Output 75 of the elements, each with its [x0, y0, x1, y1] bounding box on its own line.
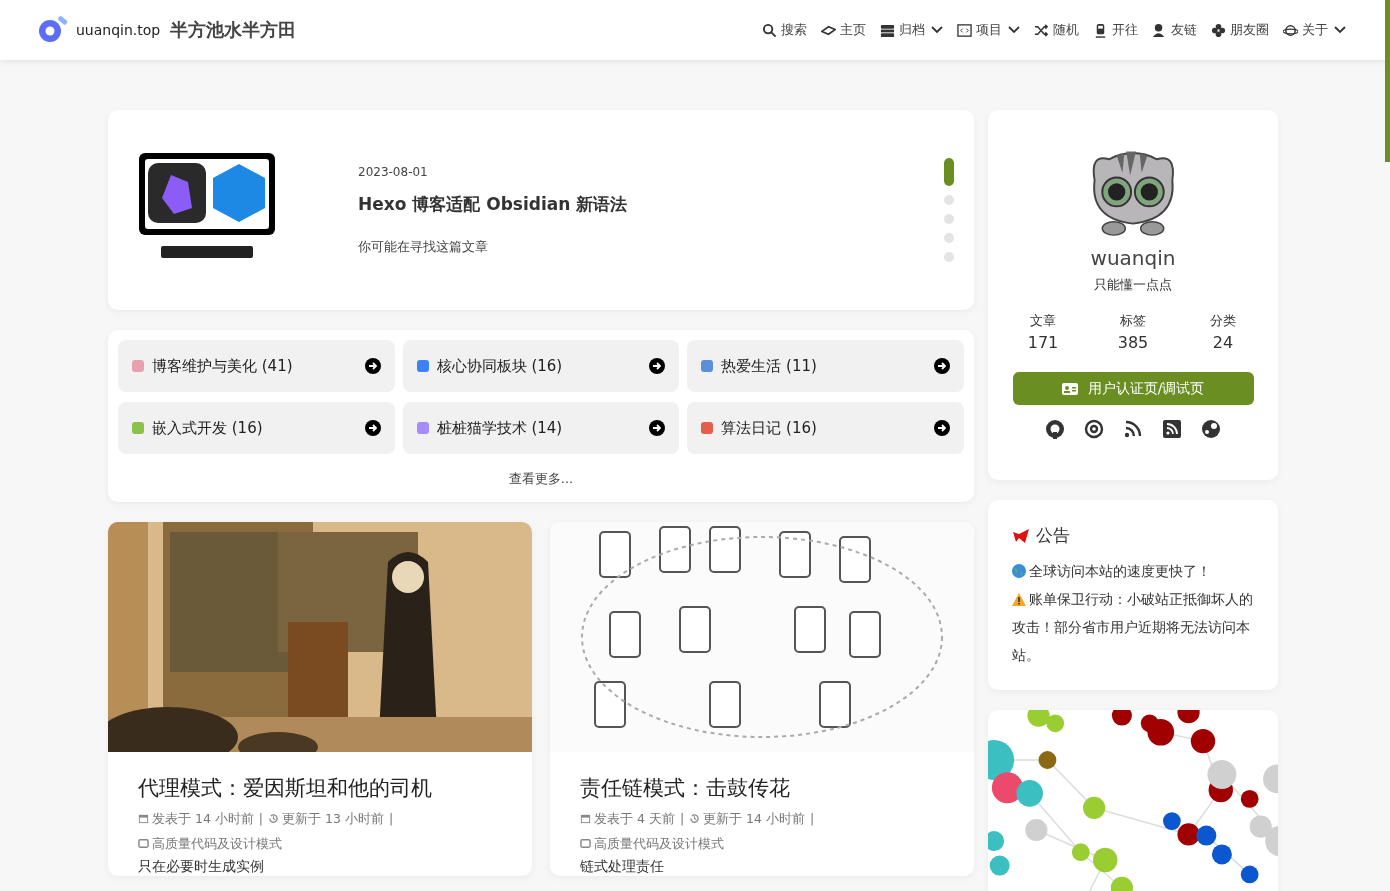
post-excerpt: 链式处理责任 — [580, 858, 665, 876]
inbox-icon — [138, 838, 149, 849]
meta-separator: | — [258, 811, 264, 826]
arrow-right-icon — [934, 420, 950, 436]
nav-link[interactable]: 开往 — [1093, 21, 1138, 39]
category-link[interactable]: 嵌入式开发 (16) — [118, 402, 395, 454]
archive-icon — [880, 22, 895, 38]
announcement-text: 账单保卫行动：小破站正抵御坏人的攻击！部分省市用户近期将无法访问本站。 — [1012, 590, 1254, 665]
meta-separator: | — [810, 811, 815, 826]
category-link[interactable]: 热爱生活 (11) — [687, 340, 964, 392]
carousel-dot[interactable] — [944, 233, 954, 243]
author-bio: 只能懂一点点 — [1094, 276, 1172, 294]
category-link[interactable]: 桩桩猫学技术 (14) — [402, 402, 680, 454]
nav-link[interactable]: 搜索 — [762, 21, 807, 39]
arrow-right-icon — [364, 420, 381, 436]
announcement-title: 公告 — [1036, 524, 1070, 547]
history-icon — [268, 813, 280, 824]
nav-link[interactable]: 随机 — [1034, 21, 1079, 39]
site-domain[interactable]: uuanqin.top — [76, 22, 161, 38]
id-card-icon — [1061, 382, 1078, 395]
nav-link[interactable]: 关于 — [1283, 21, 1346, 39]
post-title[interactable]: 代理模式：爱因斯坦和他的司机 — [138, 774, 502, 802]
arrow-right-icon — [364, 358, 381, 374]
post-category[interactable]: 高质量代码及设计模式 — [594, 836, 724, 851]
arrow-right-icon — [649, 420, 666, 436]
nav-link[interactable]: 主页 — [821, 21, 866, 39]
nav-link[interactable]: 归档 — [880, 21, 943, 39]
planet-icon — [1283, 22, 1298, 38]
scrollbar-thumb[interactable] — [1385, 0, 1390, 162]
post-excerpt: 只在必要时生成实例 — [138, 858, 265, 876]
category-link[interactable]: 算法日记 (16) — [687, 402, 964, 454]
carousel-dot[interactable] — [944, 252, 954, 262]
user-icon — [1152, 22, 1167, 38]
carousel-dot[interactable] — [944, 195, 954, 205]
warning-icon — [1012, 593, 1026, 606]
post-category[interactable]: 高质量代码及设计模式 — [152, 836, 282, 851]
carousel-dot[interactable] — [944, 214, 954, 224]
arrow-right-icon — [649, 358, 666, 374]
stat-link[interactable]: 分类 24 — [1193, 312, 1253, 352]
code-icon — [957, 22, 972, 38]
rss-square-icon[interactable] — [1162, 419, 1182, 439]
post-date: 2023-08-01 — [358, 164, 429, 179]
category-link[interactable]: 博客维护与美化 (41) — [118, 340, 395, 392]
history-icon — [689, 813, 701, 824]
post-title[interactable]: 责任链模式：击鼓传花 — [580, 774, 944, 802]
site-title[interactable]: 半方池水半方田 — [170, 18, 297, 42]
rss-icon[interactable] — [1123, 419, 1143, 439]
stat-link[interactable]: 文章 171 — [1013, 312, 1073, 352]
train-icon — [1093, 22, 1108, 38]
calendar-icon — [580, 813, 591, 824]
announcement-text: 全球访问本站的速度更快了！ — [1012, 557, 1254, 585]
shuffle-icon — [1034, 22, 1049, 38]
more-link[interactable]: 查看更多... — [118, 470, 964, 488]
nav-link[interactable]: 友链 — [1152, 21, 1197, 39]
flower-icon — [1211, 22, 1226, 38]
post-subtitle: 你可能在寻找这篇文章 — [358, 237, 489, 256]
nav-link[interactable]: 项目 — [957, 21, 1020, 39]
inbox-icon — [580, 838, 591, 849]
category-link[interactable]: 核心协同板块 (16) — [402, 340, 680, 392]
post-title[interactable]: Hexo 博客适配 Obsidian 新语法 — [358, 192, 944, 216]
search-icon — [762, 22, 777, 38]
calendar-icon — [138, 813, 149, 824]
meta-separator: | — [388, 811, 394, 826]
meta-separator: | — [679, 811, 685, 826]
author-name: wuanqin — [1090, 246, 1176, 270]
post-updated: 更新于 13 小时前 — [282, 811, 384, 826]
nav-link[interactable]: 朋友圈 — [1211, 21, 1269, 39]
globe-icon — [1012, 564, 1026, 578]
post-date: 发表于 14 小时前 — [152, 811, 254, 826]
post-date: 发表于 4 天前 — [594, 811, 675, 826]
arrow-right-icon — [934, 358, 950, 374]
auth-page-button[interactable]: 用户认证页/调试页 — [1012, 372, 1254, 405]
stat-link[interactable]: 标签 385 — [1103, 312, 1163, 352]
bullhorn-icon — [1012, 527, 1032, 544]
post-updated: 更新于 14 小时前 — [703, 811, 805, 826]
